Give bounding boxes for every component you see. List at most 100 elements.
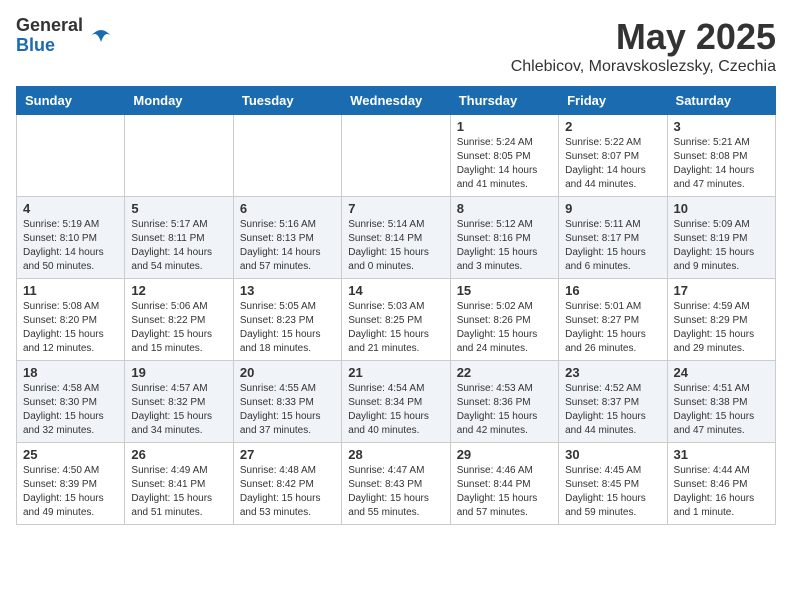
calendar-cell: 9Sunrise: 5:11 AM Sunset: 8:17 PM Daylig…: [559, 197, 667, 279]
calendar-cell: 10Sunrise: 5:09 AM Sunset: 8:19 PM Dayli…: [667, 197, 775, 279]
day-info: Sunrise: 4:46 AM Sunset: 8:44 PM Dayligh…: [457, 464, 552, 520]
day-info: Sunrise: 4:57 AM Sunset: 8:32 PM Dayligh…: [131, 382, 226, 438]
calendar-cell: 16 Sunrise: 5:01 AM Sunset: 8:27 PM Dayli…: [559, 279, 667, 361]
day-info: Sunrise: 4:45 AM Sunset: 8:45 PM Dayligh…: [565, 464, 660, 520]
day-info: Sunrise: 5:24 AM Sunset: 8:05 PM Dayligh…: [457, 136, 552, 192]
day-info: Sunrise: 4:49 AM Sunset: 8:41 PM Dayligh…: [131, 464, 226, 520]
day-info: Sunrise: 4:47 AM Sunset: 8:43 PM Dayligh…: [348, 464, 443, 520]
day-info: Sunrise: 5:06 AM Sunset: 8:22 PM Dayligh…: [131, 300, 226, 356]
calendar-cell: 24Sunrise: 4:51 AM Sunset: 8:38 PM Dayli…: [667, 361, 775, 443]
calendar-cell: 20Sunrise: 4:55 AM Sunset: 8:33 PM Dayli…: [233, 361, 341, 443]
day-number: 6: [240, 201, 335, 216]
day-info: Sunrise: 5:12 AM Sunset: 8:16 PM Dayligh…: [457, 218, 552, 274]
page-header: General Blue May 2025 Chlebicov, Moravsk…: [16, 16, 776, 76]
header-thursday: Thursday: [450, 87, 558, 115]
logo-blue: Blue: [16, 36, 83, 56]
day-number: 14: [348, 283, 443, 298]
calendar-cell: 4 Sunrise: 5:19 AM Sunset: 8:10 PM Daylig…: [17, 197, 125, 279]
day-info: Sunrise: 4:59 AM Sunset: 8:29 PM Dayligh…: [674, 300, 769, 356]
calendar-cell: 7 Sunrise: 5:14 AM Sunset: 8:14 PM Daylig…: [342, 197, 450, 279]
week-row-5: 25 Sunrise: 4:50 AM Sunset: 8:39 PM Dayli…: [17, 443, 776, 525]
day-number: 11: [23, 283, 118, 298]
day-info: Sunrise: 5:05 AM Sunset: 8:23 PM Dayligh…: [240, 300, 335, 356]
calendar-cell: 2Sunrise: 5:22 AM Sunset: 8:07 PM Daylig…: [559, 115, 667, 197]
day-number: 25: [23, 447, 118, 462]
day-number: 4: [23, 201, 118, 216]
title-section: May 2025 Chlebicov, Moravskoslezsky, Cze…: [511, 16, 776, 76]
day-number: 3: [674, 119, 769, 134]
day-number: 1: [457, 119, 552, 134]
calendar-cell: 15 Sunrise: 5:02 AM Sunset: 8:26 PM Dayli…: [450, 279, 558, 361]
logo-general: General: [16, 16, 83, 36]
calendar-cell: 5Sunrise: 5:17 AM Sunset: 8:11 PM Daylig…: [125, 197, 233, 279]
header-wednesday: Wednesday: [342, 87, 450, 115]
day-info: Sunrise: 4:52 AM Sunset: 8:37 PM Dayligh…: [565, 382, 660, 438]
day-number: 16: [565, 283, 660, 298]
day-info: Sunrise: 5:03 AM Sunset: 8:25 PM Dayligh…: [348, 300, 443, 356]
day-number: 7: [348, 201, 443, 216]
day-info: Sunrise: 5:01 AM Sunset: 8:27 PM Dayligh…: [565, 300, 660, 356]
calendar-cell: 8 Sunrise: 5:12 AM Sunset: 8:16 PM Daylig…: [450, 197, 558, 279]
calendar-cell: 11 Sunrise: 5:08 AM Sunset: 8:20 PM Dayli…: [17, 279, 125, 361]
calendar-cell: 14 Sunrise: 5:03 AM Sunset: 8:25 PM Dayli…: [342, 279, 450, 361]
header-friday: Friday: [559, 87, 667, 115]
week-row-4: 18 Sunrise: 4:58 AM Sunset: 8:30 PM Dayli…: [17, 361, 776, 443]
day-info: Sunrise: 4:50 AM Sunset: 8:39 PM Dayligh…: [23, 464, 118, 520]
day-number: 30: [565, 447, 660, 462]
header-tuesday: Tuesday: [233, 87, 341, 115]
day-info: Sunrise: 5:21 AM Sunset: 8:08 PM Dayligh…: [674, 136, 769, 192]
calendar-cell: 13 Sunrise: 5:05 AM Sunset: 8:23 PM Dayli…: [233, 279, 341, 361]
day-number: 8: [457, 201, 552, 216]
calendar-cell: 17Sunrise: 4:59 AM Sunset: 8:29 PM Dayli…: [667, 279, 775, 361]
day-info: Sunrise: 4:53 AM Sunset: 8:36 PM Dayligh…: [457, 382, 552, 438]
month-title: May 2025: [511, 16, 776, 58]
logo-icon: [87, 22, 115, 50]
day-number: 29: [457, 447, 552, 462]
day-info: Sunrise: 5:19 AM Sunset: 8:10 PM Dayligh…: [23, 218, 118, 274]
day-info: Sunrise: 4:55 AM Sunset: 8:33 PM Dayligh…: [240, 382, 335, 438]
day-number: 28: [348, 447, 443, 462]
day-number: 12: [131, 283, 226, 298]
day-info: Sunrise: 4:48 AM Sunset: 8:42 PM Dayligh…: [240, 464, 335, 520]
day-number: 15: [457, 283, 552, 298]
day-number: 13: [240, 283, 335, 298]
calendar-table: SundayMondayTuesdayWednesdayThursdayFrid…: [16, 86, 776, 525]
calendar-cell: 29 Sunrise: 4:46 AM Sunset: 8:44 PM Dayli…: [450, 443, 558, 525]
calendar-cell: 22 Sunrise: 4:53 AM Sunset: 8:36 PM Dayli…: [450, 361, 558, 443]
day-number: 18: [23, 365, 118, 380]
calendar-cell: [342, 115, 450, 197]
day-number: 19: [131, 365, 226, 380]
day-info: Sunrise: 5:14 AM Sunset: 8:14 PM Dayligh…: [348, 218, 443, 274]
day-info: Sunrise: 4:58 AM Sunset: 8:30 PM Dayligh…: [23, 382, 118, 438]
calendar-cell: 18 Sunrise: 4:58 AM Sunset: 8:30 PM Dayli…: [17, 361, 125, 443]
day-number: 10: [674, 201, 769, 216]
calendar-cell: 28 Sunrise: 4:47 AM Sunset: 8:43 PM Dayli…: [342, 443, 450, 525]
day-number: 31: [674, 447, 769, 462]
calendar-cell: 6Sunrise: 5:16 AM Sunset: 8:13 PM Daylig…: [233, 197, 341, 279]
header-sunday: Sunday: [17, 87, 125, 115]
location-subtitle: Chlebicov, Moravskoslezsky, Czechia: [511, 58, 776, 76]
header-monday: Monday: [125, 87, 233, 115]
calendar-cell: 1 Sunrise: 5:24 AM Sunset: 8:05 PM Daylig…: [450, 115, 558, 197]
day-info: Sunrise: 5:02 AM Sunset: 8:26 PM Dayligh…: [457, 300, 552, 356]
day-number: 2: [565, 119, 660, 134]
day-number: 27: [240, 447, 335, 462]
calendar-cell: 27 Sunrise: 4:48 AM Sunset: 8:42 PM Dayli…: [233, 443, 341, 525]
calendar-cell: 12 Sunrise: 5:06 AM Sunset: 8:22 PM Dayli…: [125, 279, 233, 361]
day-number: 23: [565, 365, 660, 380]
day-number: 26: [131, 447, 226, 462]
calendar-cell: 19 Sunrise: 4:57 AM Sunset: 8:32 PM Dayli…: [125, 361, 233, 443]
week-row-3: 11 Sunrise: 5:08 AM Sunset: 8:20 PM Dayli…: [17, 279, 776, 361]
day-number: 22: [457, 365, 552, 380]
day-info: Sunrise: 4:44 AM Sunset: 8:46 PM Dayligh…: [674, 464, 769, 520]
calendar-cell: 21Sunrise: 4:54 AM Sunset: 8:34 PM Dayli…: [342, 361, 450, 443]
calendar-cell: 25 Sunrise: 4:50 AM Sunset: 8:39 PM Dayli…: [17, 443, 125, 525]
calendar-cell: 3 Sunrise: 5:21 AM Sunset: 8:08 PM Daylig…: [667, 115, 775, 197]
day-number: 24: [674, 365, 769, 380]
calendar-cell: 30 Sunrise: 4:45 AM Sunset: 8:45 PM Dayli…: [559, 443, 667, 525]
day-info: Sunrise: 5:11 AM Sunset: 8:17 PM Dayligh…: [565, 218, 660, 274]
calendar-cell: [125, 115, 233, 197]
week-row-1: 1 Sunrise: 5:24 AM Sunset: 8:05 PM Daylig…: [17, 115, 776, 197]
day-info: Sunrise: 5:08 AM Sunset: 8:20 PM Dayligh…: [23, 300, 118, 356]
day-number: 5: [131, 201, 226, 216]
